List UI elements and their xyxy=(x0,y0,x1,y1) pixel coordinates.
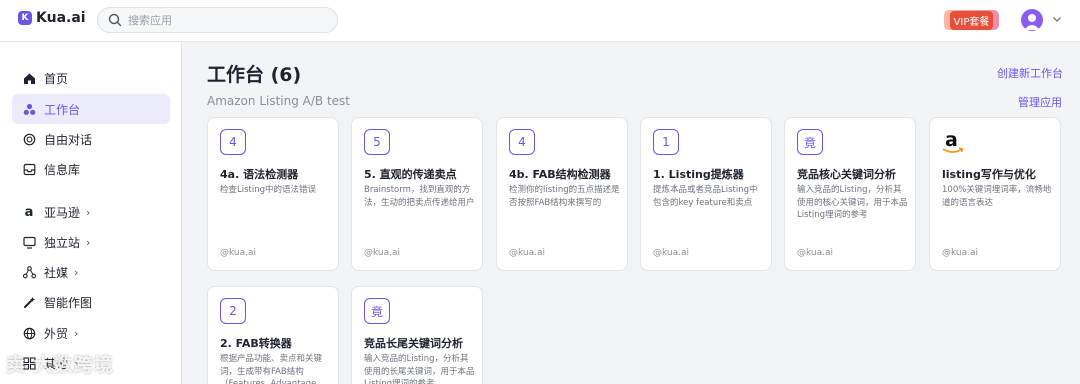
card-author: @kua.ai xyxy=(942,248,979,258)
card-description: 根据产品功能、卖点和关键词，生成带有FAB结构（Features, Advant… xyxy=(220,354,323,384)
amazon-logo-icon: a xyxy=(942,129,964,155)
sidebar-item-amazon[interactable]: a 亚马逊 › xyxy=(12,197,170,227)
card-author: @kua.ai xyxy=(509,248,546,258)
sidebar-item-foreign-trade[interactable]: 外贸 › xyxy=(12,318,170,348)
card-title: 4a. 语法检测器 xyxy=(220,168,299,181)
chevron-down-icon[interactable] xyxy=(1052,14,1062,24)
sidebar-item-workspace[interactable]: 工作台 xyxy=(12,94,170,124)
magic-icon xyxy=(22,295,36,309)
manage-apps-link[interactable]: 管理应用 xyxy=(1018,94,1062,110)
search-input[interactable] xyxy=(128,13,318,27)
top-bar: K Kua.ai VIP套餐 xyxy=(0,0,1080,42)
sidebar-item-smart-design[interactable]: 智能作图 xyxy=(12,287,170,317)
card-description: 检查Listing中的语法错误 xyxy=(220,185,317,195)
sidebar-item-social[interactable]: 社媒 › xyxy=(12,257,170,287)
page-subtitle: Amazon Listing A/B test xyxy=(207,94,351,108)
card-author: @kua.ai xyxy=(220,248,257,258)
user-icon xyxy=(1024,14,1040,30)
logo-mark: K xyxy=(18,11,32,25)
card-description: 输入竞品的Listing，分析其使用的核心关键词，用于本品Listing埋词的参… xyxy=(797,185,908,220)
card-description: 检测你的listing的五点描述是否按照FAB结构来撰写的 xyxy=(509,185,620,208)
card-title: 4b. FAB结构检测器 xyxy=(509,168,611,181)
app-card[interactable]: a listing写作与优化 100%关键词埋词率，流畅地道的语言表达 @kua… xyxy=(929,117,1061,271)
app-card[interactable]: 4 4a. 语法检测器 检查Listing中的语法错误 @kua.ai xyxy=(207,117,339,271)
search-icon xyxy=(108,13,122,27)
sidebar-item-standalone-site[interactable]: 独立站 › xyxy=(12,227,170,257)
chevron-right-icon: › xyxy=(74,265,79,279)
vip-button[interactable]: VIP套餐 xyxy=(944,10,999,30)
card-badge: 5 xyxy=(364,129,390,155)
sidebar-item-label: 亚马逊 xyxy=(44,205,81,220)
monitor-icon xyxy=(22,235,36,249)
sidebar-item-home[interactable]: 首页 xyxy=(12,63,170,93)
card-description: Brainstorm，找到直观的方法，生动的把卖点传递给用户 xyxy=(364,185,475,208)
card-badge: 2 xyxy=(220,298,246,324)
card-author: @kua.ai xyxy=(364,248,401,258)
card-title: 竞品核心关键词分析 xyxy=(797,168,896,181)
card-description: 100%关键词埋词率，流畅地道的语言表达 xyxy=(942,185,1052,208)
globe-icon xyxy=(22,326,36,340)
sidebar-item-label: 工作台 xyxy=(44,102,81,117)
sidebar-item-label: 首页 xyxy=(44,71,69,86)
amazon-icon: a xyxy=(24,204,34,220)
app-card[interactable]: 1 1. Listing提炼器 提炼本品或者竞品Listing中包含的key f… xyxy=(640,117,772,271)
card-title: 竞品长尾关键词分析 xyxy=(364,337,463,350)
sidebar-item-library[interactable]: 信息库 xyxy=(12,154,170,184)
sidebar-item-label: 外贸 xyxy=(44,326,69,341)
sidebar-item-label: 独立站 xyxy=(44,235,81,250)
create-workspace-link[interactable]: 创建新工作台 xyxy=(997,65,1063,81)
card-author: @kua.ai xyxy=(653,248,690,258)
page-title: 工作台 (6) xyxy=(207,64,302,86)
sidebar-item-label: 信息库 xyxy=(44,162,81,177)
sidebar-item-chat[interactable]: 自由对话 xyxy=(12,124,170,154)
workspace-icon xyxy=(22,102,36,116)
vip-label: VIP套餐 xyxy=(949,10,994,30)
social-icon xyxy=(22,265,36,279)
avatar[interactable] xyxy=(1021,9,1043,31)
sidebar-item-label: 社媒 xyxy=(44,265,69,280)
card-title: 1. Listing提炼器 xyxy=(653,168,744,181)
chat-icon xyxy=(22,132,36,146)
watermark: 卖 大数跨境 xyxy=(6,354,114,376)
inbox-icon xyxy=(22,162,36,176)
app-card[interactable]: 2 2. FAB转换器 根据产品功能、卖点和关键词，生成带有FAB结构（Feat… xyxy=(207,286,339,384)
logo-text: Kua.ai xyxy=(36,10,86,26)
card-badge: 1 xyxy=(653,129,679,155)
card-badge: 4 xyxy=(509,129,535,155)
search-box[interactable] xyxy=(97,7,338,33)
card-badge: 4 xyxy=(220,129,246,155)
sidebar-item-label: 智能作图 xyxy=(44,295,93,310)
chevron-right-icon: › xyxy=(74,326,79,340)
home-icon xyxy=(22,71,36,85)
chevron-right-icon: › xyxy=(86,205,91,219)
sidebar-item-label: 自由对话 xyxy=(44,132,93,147)
app-card[interactable]: 5 5. 直观的传递卖点 Brainstorm，找到直观的方法，生动的把卖点传递… xyxy=(351,117,483,271)
card-description: 提炼本品或者竞品Listing中包含的key feature和卖点 xyxy=(653,185,758,208)
app-card[interactable]: 竟 竞品核心关键词分析 输入竞品的Listing，分析其使用的核心关键词，用于本… xyxy=(784,117,916,271)
card-author: @kua.ai xyxy=(797,248,834,258)
card-title: listing写作与优化 xyxy=(942,168,1036,181)
card-title: 2. FAB转换器 xyxy=(220,337,292,350)
card-badge: 竟 xyxy=(797,129,823,155)
chevron-right-icon: › xyxy=(86,235,91,249)
logo[interactable]: K Kua.ai xyxy=(18,10,86,26)
app-card[interactable]: 竟 竞品长尾关键词分析 输入竞品的Listing，分析其使用的长尾关键词，用于本… xyxy=(351,286,483,384)
app-card[interactable]: 4 4b. FAB结构检测器 检测你的listing的五点描述是否按照FAB结构… xyxy=(496,117,628,271)
sidebar: 首页 工作台 自由对话 信息库 a 亚马逊 › 独立站 › 社媒 › 智能作图 … xyxy=(0,42,182,384)
card-description: 输入竞品的Listing，分析其使用的长尾关键词，用于本品Listing埋词的参… xyxy=(364,354,475,384)
card-title: 5. 直观的传递卖点 xyxy=(364,168,457,181)
card-badge: 竟 xyxy=(364,298,390,324)
